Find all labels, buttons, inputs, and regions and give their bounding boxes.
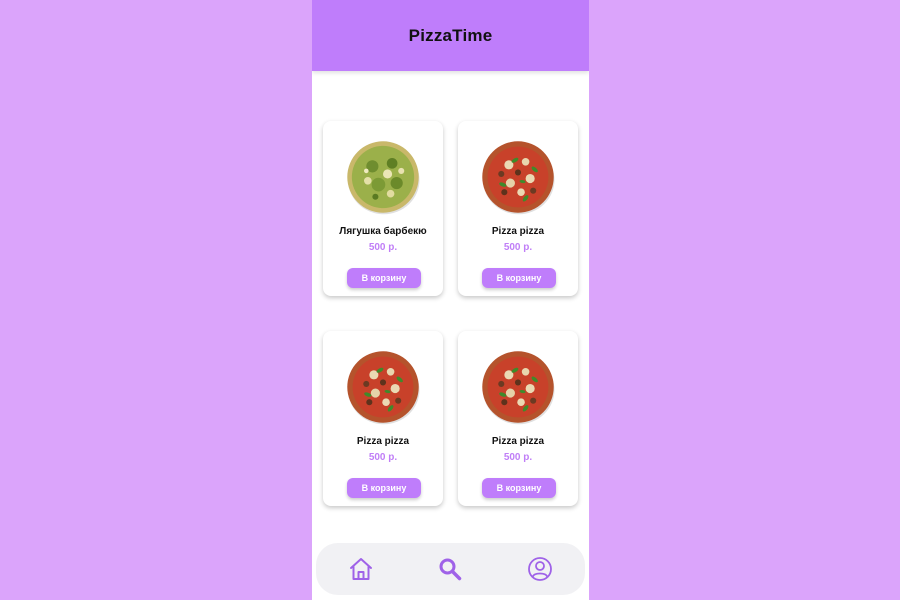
meat-pizza-image bbox=[482, 351, 555, 425]
product-name: Лягушка барбекю bbox=[339, 226, 427, 237]
phone-screen: PizzaTime Лягушка барбекю 500 р. В корзи… bbox=[312, 0, 589, 600]
product-card[interactable]: Лягушка барбекю 500 р. В корзину bbox=[323, 121, 443, 296]
product-card[interactable]: Pizza pizza 500 р. В корзину bbox=[323, 331, 443, 506]
app-header: PizzaTime bbox=[312, 0, 589, 71]
meat-pizza-image bbox=[347, 351, 420, 425]
add-to-cart-button[interactable]: В корзину bbox=[347, 268, 421, 288]
nav-search-button[interactable] bbox=[430, 549, 470, 589]
home-icon bbox=[349, 558, 372, 580]
product-card[interactable]: Pizza pizza 500 р. В корзину bbox=[458, 331, 578, 506]
bottom-nav bbox=[316, 543, 585, 595]
product-name: Pizza pizza bbox=[356, 436, 410, 447]
profile-icon bbox=[528, 557, 553, 581]
nav-home-button[interactable] bbox=[341, 549, 381, 589]
product-price: 500 р. bbox=[368, 452, 398, 463]
add-to-cart-button[interactable]: В корзину bbox=[482, 478, 556, 498]
product-card[interactable]: Pizza pizza 500 р. В корзину bbox=[458, 121, 578, 296]
product-name: Pizza pizza bbox=[491, 226, 545, 237]
meat-pizza-image bbox=[482, 141, 555, 215]
nav-profile-button[interactable] bbox=[520, 549, 560, 589]
product-price: 500 р. bbox=[368, 242, 398, 253]
green-pesto-pizza-image bbox=[347, 141, 420, 215]
app-title: PizzaTime bbox=[408, 25, 493, 45]
search-icon bbox=[439, 558, 462, 581]
product-grid: Лягушка барбекю 500 р. В корзину Pizza p… bbox=[312, 71, 589, 541]
add-to-cart-button[interactable]: В корзину bbox=[482, 268, 556, 288]
product-name: Pizza pizza bbox=[491, 436, 545, 447]
product-price: 500 р. bbox=[503, 452, 533, 463]
add-to-cart-button[interactable]: В корзину bbox=[347, 478, 421, 498]
product-price: 500 р. bbox=[503, 242, 533, 253]
